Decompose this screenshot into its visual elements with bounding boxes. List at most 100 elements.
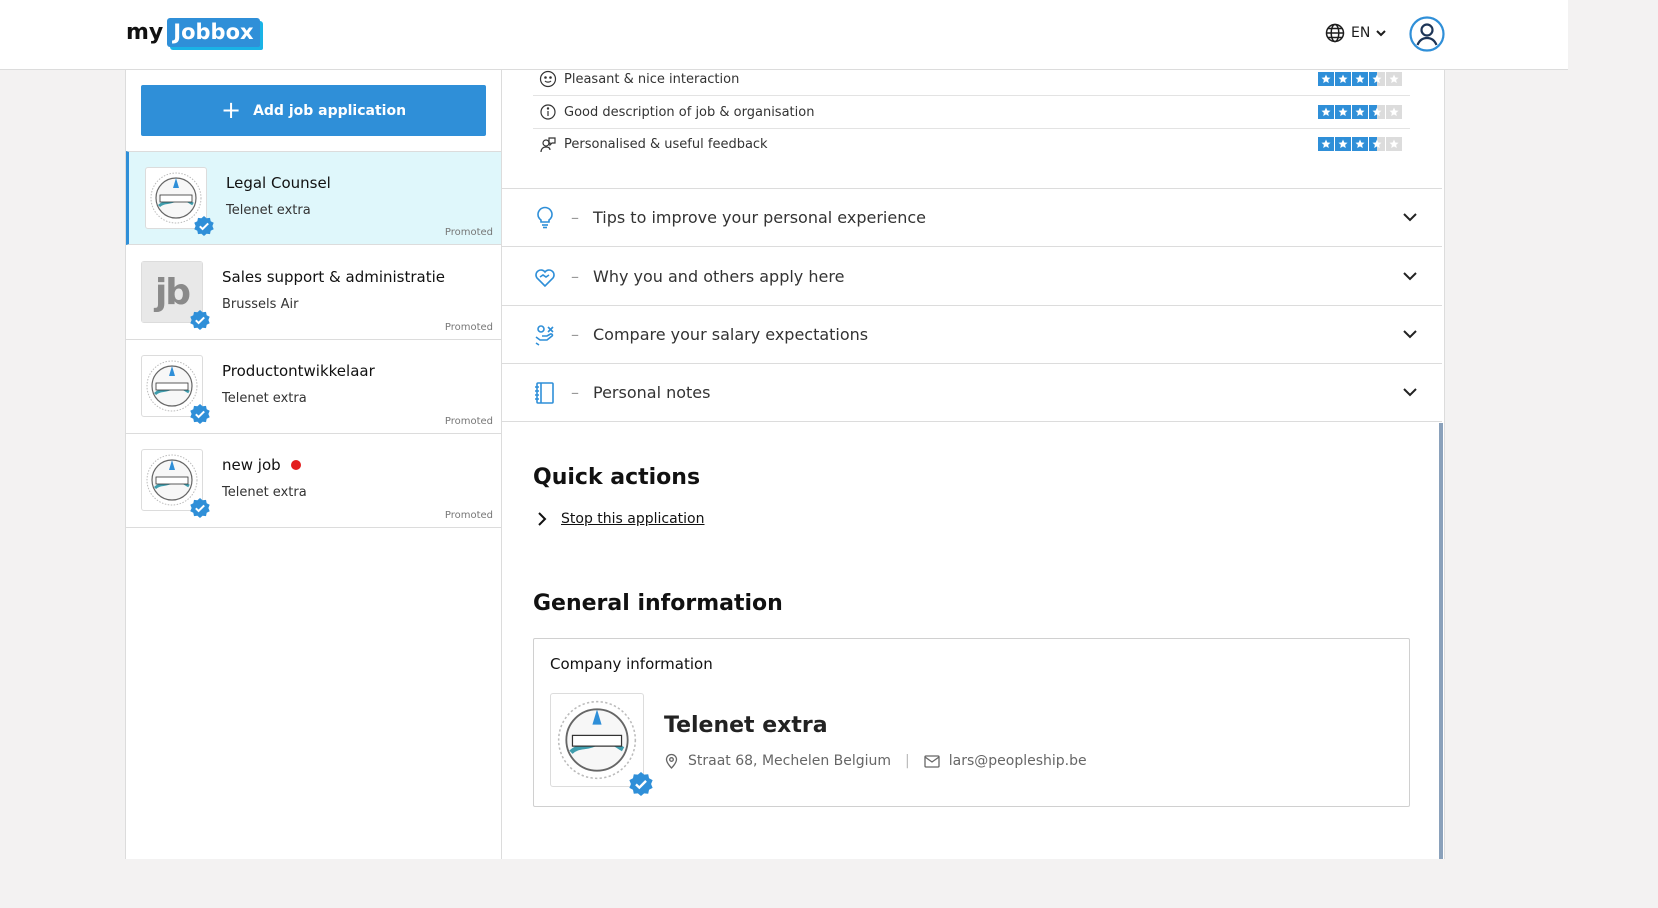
star-half-icon bbox=[1369, 105, 1385, 119]
accordion-tips[interactable]: – Tips to improve your personal experien… bbox=[502, 189, 1442, 247]
job-company: Brussels Air bbox=[222, 297, 299, 312]
separator-dash: – bbox=[571, 383, 579, 402]
star-empty-icon bbox=[1386, 105, 1402, 119]
add-job-application-button[interactable]: + Add job application bbox=[141, 85, 486, 136]
chevron-down-icon bbox=[1403, 272, 1417, 281]
rating-label: Pleasant & nice interaction bbox=[564, 71, 740, 87]
scrollbar[interactable] bbox=[1439, 423, 1443, 859]
heart-hands-icon bbox=[535, 268, 555, 287]
job-title: new job bbox=[222, 456, 301, 474]
job-title: Legal Counsel bbox=[226, 174, 331, 192]
job-company: Telenet extra bbox=[226, 203, 311, 218]
star-icon bbox=[1352, 105, 1368, 119]
info-icon bbox=[540, 104, 556, 120]
rating-row: Personalised & useful feedback bbox=[533, 128, 1410, 161]
salary-hand-icon bbox=[535, 324, 554, 346]
star-icon bbox=[1318, 137, 1334, 151]
star-rating bbox=[1318, 105, 1402, 119]
star-icon bbox=[1335, 137, 1351, 151]
job-list-item[interactable]: Productontwikkelaar Telenet extra Promot… bbox=[126, 340, 501, 434]
star-icon bbox=[1318, 105, 1334, 119]
language-selector[interactable]: EN bbox=[1325, 23, 1387, 43]
mail-icon bbox=[924, 754, 940, 768]
job-title-text: Legal Counsel bbox=[226, 174, 331, 192]
stop-application-label: Stop this application bbox=[561, 511, 705, 527]
accordion-why-apply[interactable]: – Why you and others apply here bbox=[502, 248, 1442, 306]
job-company: Telenet extra bbox=[222, 391, 307, 406]
promoted-badge: Promoted bbox=[444, 322, 493, 333]
globe-icon bbox=[1325, 23, 1345, 43]
accordion-label: Why you and others apply here bbox=[593, 267, 845, 286]
company-name: Telenet extra bbox=[664, 713, 828, 738]
job-title-text: Sales support & administratie bbox=[222, 268, 446, 286]
accordion-label: Personal notes bbox=[593, 383, 711, 402]
logo-my-text: my bbox=[126, 20, 164, 45]
star-rating bbox=[1318, 137, 1402, 151]
promoted-badge: Promoted bbox=[444, 416, 493, 427]
top-header: my Jobbox EN bbox=[0, 0, 1568, 70]
accordion-label: Compare your salary expectations bbox=[593, 325, 869, 344]
star-half-icon bbox=[1369, 72, 1385, 86]
add-job-application-label: Add job application bbox=[253, 102, 407, 119]
company-logo bbox=[141, 355, 210, 424]
general-information-heading: General information bbox=[533, 591, 783, 616]
job-title-text: Productontwikkelaar bbox=[222, 362, 375, 380]
company-logo bbox=[145, 167, 214, 236]
feedback-icon bbox=[540, 136, 556, 152]
star-icon bbox=[1352, 137, 1368, 151]
accordion-label: Tips to improve your personal experience bbox=[593, 208, 926, 227]
verified-badge-icon bbox=[194, 216, 214, 236]
star-icon bbox=[1335, 72, 1351, 86]
job-company: Telenet extra bbox=[222, 485, 307, 500]
company-information-title: Company information bbox=[550, 655, 713, 673]
job-list-panel: + Add job application Legal Counsel Tele… bbox=[125, 70, 502, 859]
star-empty-icon bbox=[1386, 72, 1402, 86]
myjobbox-logo[interactable]: my Jobbox bbox=[126, 18, 260, 47]
rating-row: Pleasant & nice interaction bbox=[533, 63, 1410, 96]
job-list-item[interactable]: Legal Counsel Telenet extra Promoted bbox=[126, 151, 501, 245]
language-code: EN bbox=[1351, 25, 1371, 41]
star-empty-icon bbox=[1386, 137, 1402, 151]
accordion-personal-notes[interactable]: – Personal notes bbox=[502, 364, 1442, 422]
verified-badge-icon bbox=[190, 404, 210, 424]
verified-badge-icon bbox=[190, 310, 210, 330]
quick-actions-heading: Quick actions bbox=[533, 465, 701, 490]
separator-dash: – bbox=[571, 267, 579, 286]
verified-badge-icon bbox=[629, 772, 653, 796]
company-information-card: Company information Telenet extra Straat… bbox=[533, 638, 1410, 807]
promoted-badge: Promoted bbox=[444, 510, 493, 521]
chevron-right-icon bbox=[538, 512, 547, 526]
star-rating bbox=[1318, 72, 1402, 86]
company-logo bbox=[141, 449, 210, 518]
job-list-item[interactable]: new job Telenet extra Promoted bbox=[126, 434, 501, 528]
rating-row: Good description of job & organisation bbox=[533, 96, 1410, 129]
job-list-item[interactable]: jb Sales support & administratie Brussel… bbox=[126, 246, 501, 340]
job-title: Sales support & administratie bbox=[222, 268, 445, 286]
job-title: Productontwikkelaar bbox=[222, 362, 375, 380]
rating-label: Personalised & useful feedback bbox=[564, 137, 768, 152]
chevron-down-icon bbox=[1403, 330, 1417, 339]
notebook-icon bbox=[535, 381, 554, 404]
company-address: Straat 68, Mechelen Belgium bbox=[688, 753, 892, 769]
accordion-salary[interactable]: – Compare your salary expectations bbox=[502, 306, 1442, 364]
chevron-down-icon bbox=[1376, 30, 1387, 37]
star-icon bbox=[1335, 105, 1351, 119]
user-avatar-icon[interactable] bbox=[1409, 16, 1445, 52]
star-icon bbox=[1352, 72, 1368, 86]
new-indicator-dot bbox=[290, 460, 301, 470]
rating-label: Good description of job & organisation bbox=[564, 104, 815, 120]
application-detail-panel: Pleasant & nice interaction Good descrip… bbox=[502, 70, 1445, 859]
chevron-down-icon bbox=[1403, 388, 1417, 397]
verified-badge-icon bbox=[190, 498, 210, 518]
logo-jobbox-text: Jobbox bbox=[167, 18, 260, 47]
separator-dash: – bbox=[571, 208, 579, 227]
separator-dash: – bbox=[571, 325, 579, 344]
plus-icon: + bbox=[220, 95, 242, 124]
company-email[interactable]: lars@peopleship.be bbox=[949, 753, 1087, 769]
job-title-text: new job bbox=[222, 456, 281, 474]
lightbulb-icon bbox=[537, 206, 553, 228]
star-icon bbox=[1318, 72, 1334, 86]
star-half-icon bbox=[1369, 137, 1385, 151]
company-logo bbox=[550, 693, 653, 796]
stop-application-link[interactable]: Stop this application bbox=[537, 511, 705, 527]
